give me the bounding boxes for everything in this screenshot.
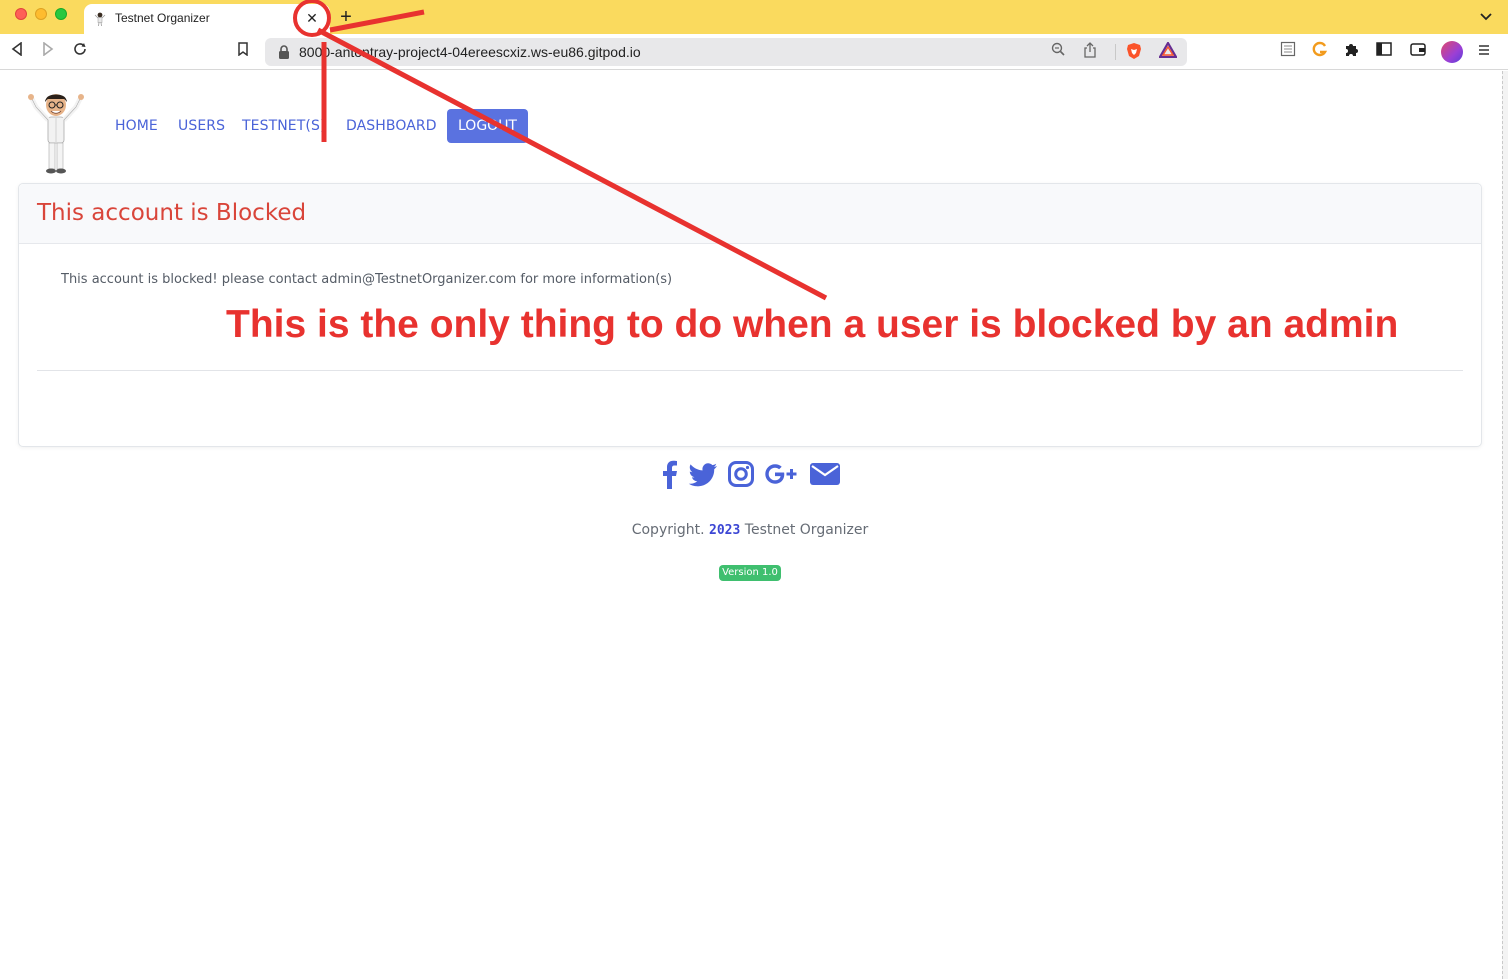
browser-tab[interactable]: Testnet Organizer ✕	[84, 4, 330, 34]
reader-mode-icon[interactable]	[1277, 41, 1299, 63]
profile-avatar[interactable]	[1441, 41, 1463, 63]
brave-shields-icon[interactable]	[1124, 42, 1144, 62]
site-logo[interactable]	[24, 89, 88, 177]
page-content: HOME USERS TESTNET(S) DASHBOARD LOGOUT T…	[0, 71, 1502, 979]
grammarly-icon[interactable]	[1309, 41, 1331, 63]
blocked-message: This account is blocked! please contact …	[61, 272, 673, 287]
logout-button[interactable]: LOGOUT	[447, 109, 528, 143]
menu-icon[interactable]	[1473, 41, 1495, 63]
copyright-suffix: Testnet Organizer	[744, 522, 869, 538]
brave-rewards-icon[interactable]	[1158, 40, 1178, 62]
sidebar-icon[interactable]	[1373, 41, 1395, 63]
window-maximize-button[interactable]	[55, 8, 67, 20]
browser-window: Testnet Organizer ✕ + 8000-antontray-pro…	[0, 0, 1508, 979]
tab-title: Testnet Organizer	[115, 11, 210, 25]
facebook-icon[interactable]	[659, 459, 679, 489]
forward-icon[interactable]	[37, 41, 59, 63]
copyright-year: 2023	[709, 523, 741, 538]
copyright-text: Copyright. 2023 Testnet Organizer	[0, 522, 1500, 538]
wallet-icon[interactable]	[1407, 41, 1429, 63]
version-badge: Version 1.0	[719, 565, 781, 581]
window-close-button[interactable]	[15, 8, 27, 20]
share-icon[interactable]	[1080, 42, 1100, 62]
nav-home[interactable]: HOME	[115, 118, 158, 134]
browser-toolbar: 8000-antontray-project4-04ereescxiz.ws-e…	[0, 34, 1508, 70]
chevron-down-icon[interactable]	[1476, 8, 1496, 26]
nav-users[interactable]: USERS	[178, 118, 225, 134]
divider	[37, 370, 1463, 371]
copyright-prefix: Copyright.	[631, 522, 705, 538]
annotation-text: This is the only thing to do when a user…	[226, 303, 1399, 346]
divider	[1115, 44, 1116, 60]
google-plus-icon[interactable]	[763, 459, 801, 489]
zoom-icon[interactable]	[1048, 42, 1068, 62]
instagram-icon[interactable]	[727, 459, 755, 489]
extensions-icon[interactable]	[1341, 41, 1363, 63]
lock-icon	[279, 45, 289, 59]
tab-close-icon[interactable]: ✕	[303, 9, 321, 27]
nav-dashboard[interactable]: DASHBOARD	[346, 118, 437, 134]
back-icon[interactable]	[6, 41, 28, 63]
new-tab-button[interactable]: +	[336, 6, 356, 28]
favicon-icon	[94, 12, 106, 26]
address-bar[interactable]: 8000-antontray-project4-04ereescxiz.ws-e…	[265, 38, 1187, 66]
reload-icon[interactable]	[69, 41, 91, 63]
tab-strip: Testnet Organizer ✕ +	[0, 0, 1508, 34]
envelope-icon[interactable]	[809, 459, 841, 489]
card-title: This account is Blocked	[37, 200, 307, 226]
card-header: This account is Blocked	[19, 184, 1481, 244]
twitter-icon[interactable]	[688, 459, 718, 489]
window-edge	[1502, 71, 1508, 979]
bookmark-icon[interactable]	[232, 41, 254, 63]
url-text: 8000-antontray-project4-04ereescxiz.ws-e…	[299, 44, 641, 60]
nav-testnets[interactable]: TESTNET(S)	[242, 118, 326, 134]
window-minimize-button[interactable]	[35, 8, 47, 20]
